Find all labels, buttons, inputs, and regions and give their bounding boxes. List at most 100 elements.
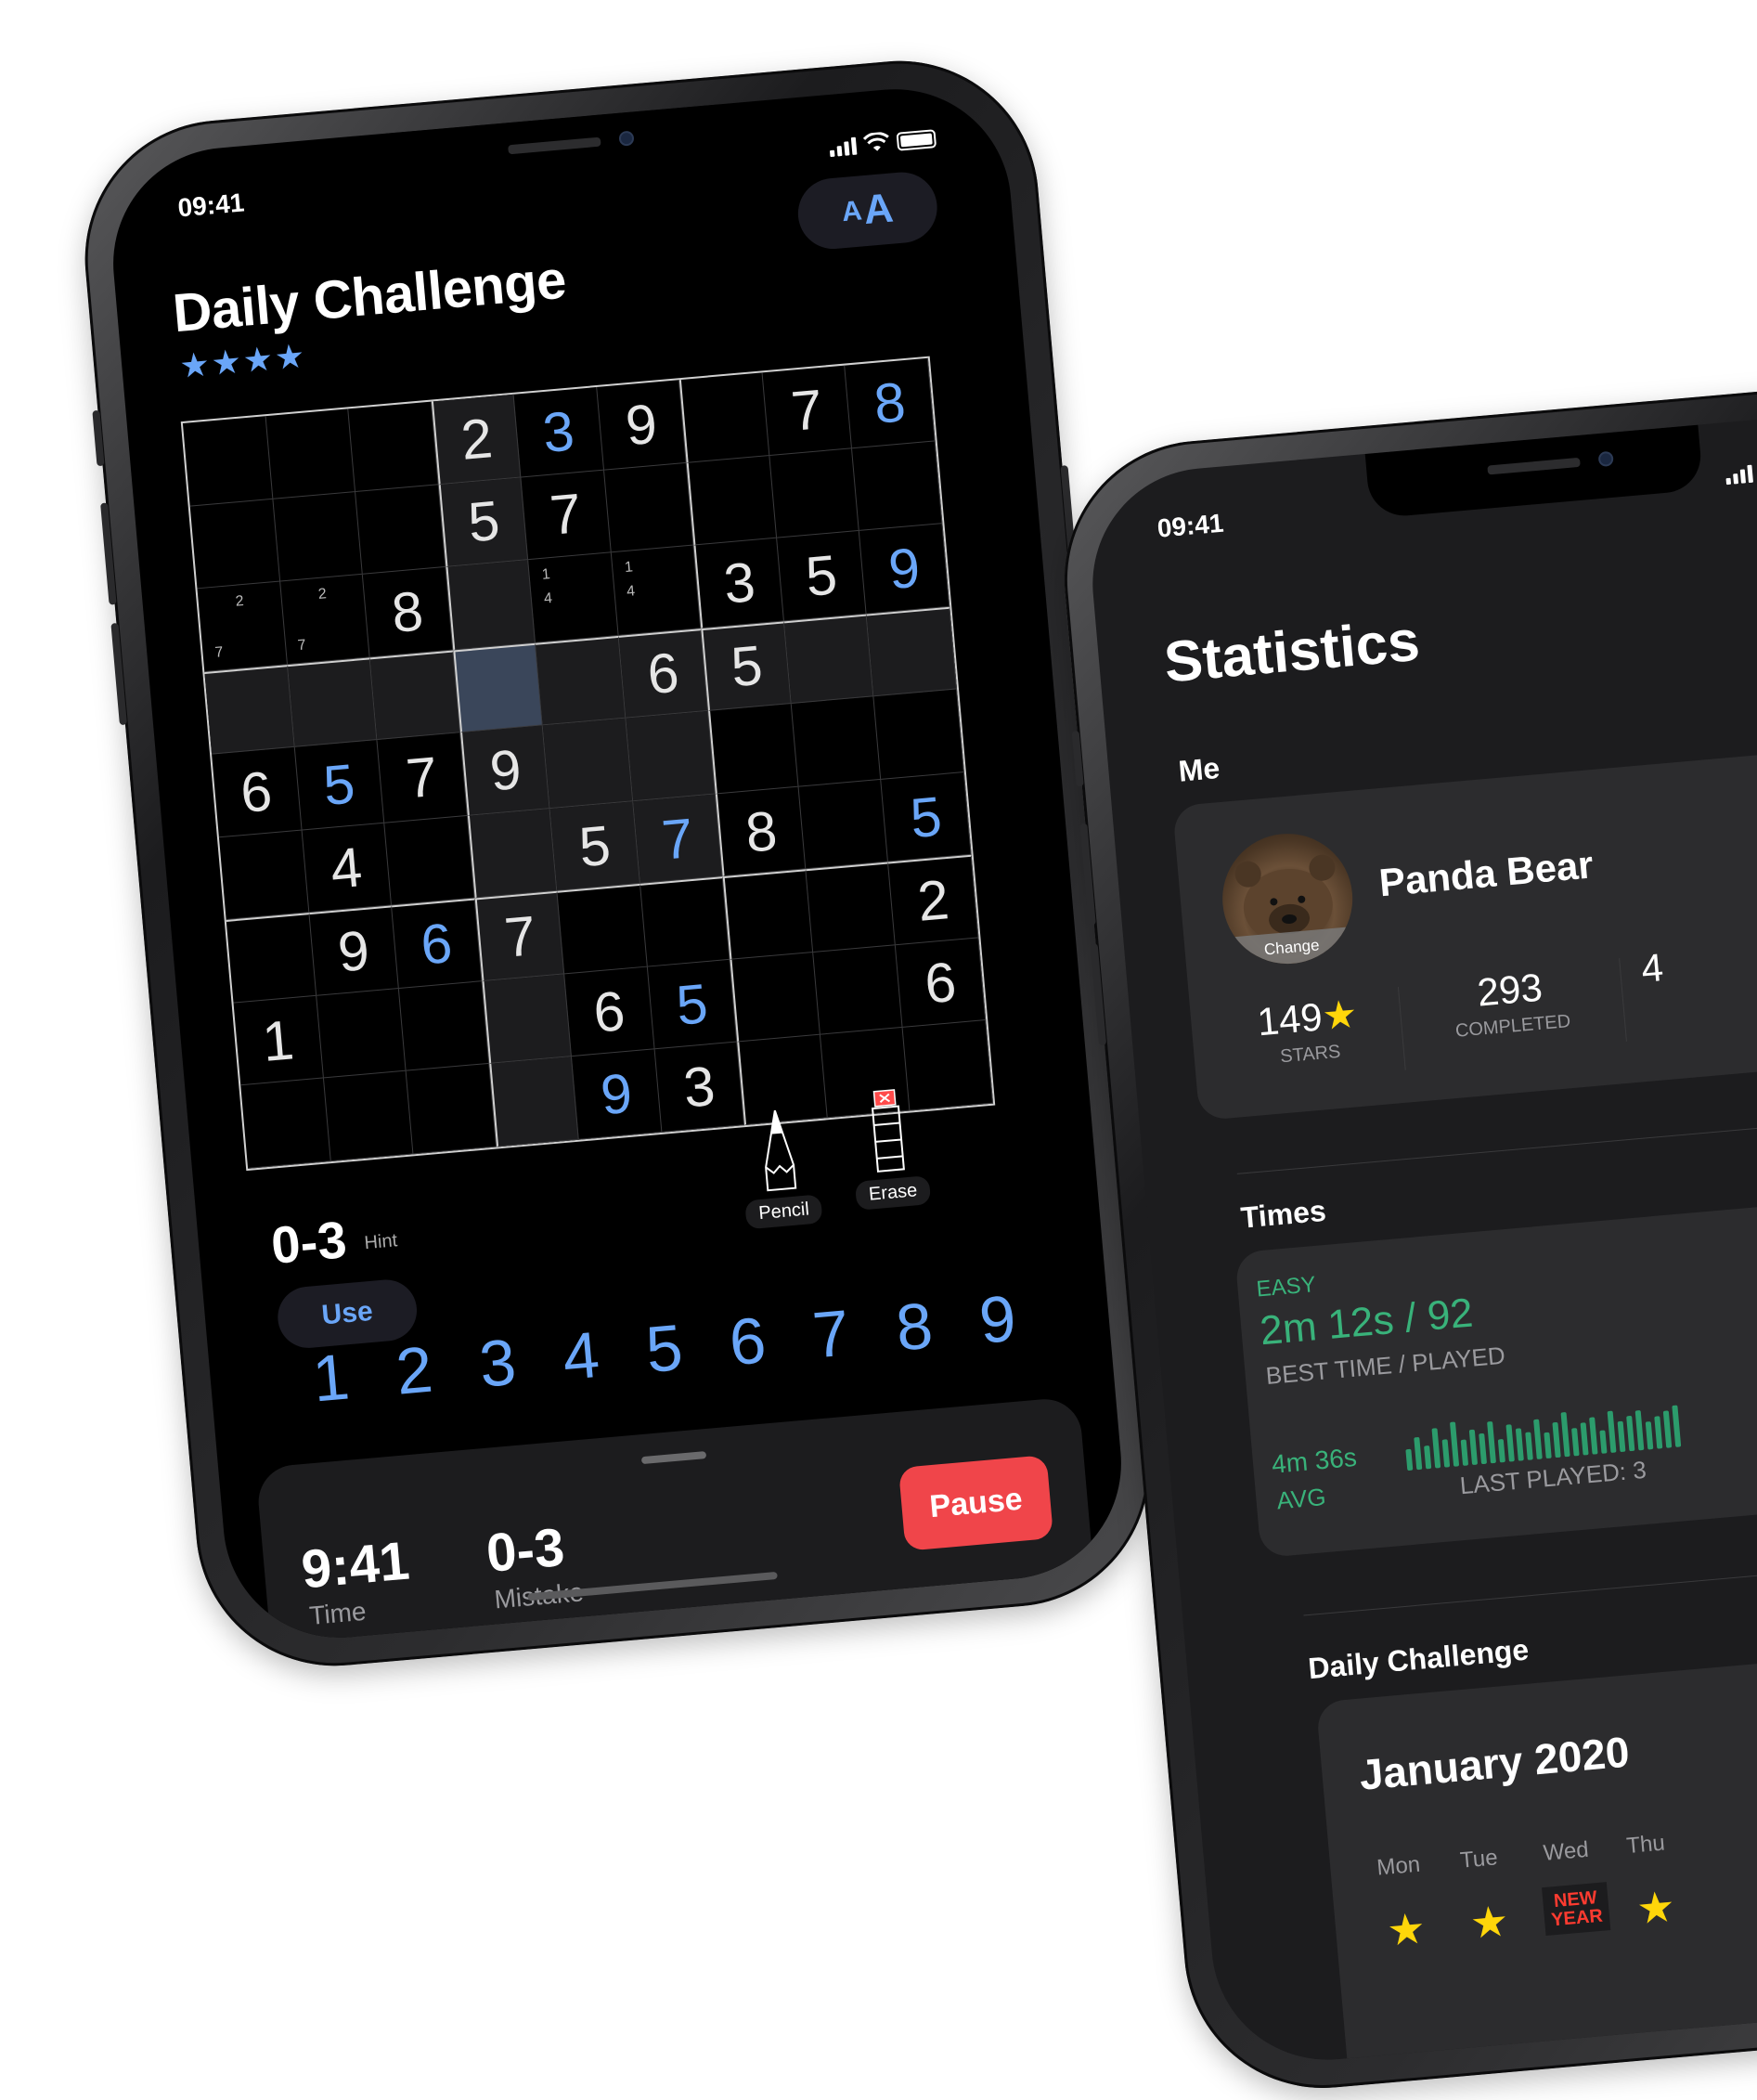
board-cell[interactable]: 27 — [279, 574, 370, 665]
board-cell[interactable]: 4 — [302, 823, 393, 914]
board-cell[interactable]: 7 — [762, 365, 853, 456]
board-cell[interactable] — [639, 876, 730, 967]
board-cell[interactable] — [384, 815, 475, 906]
board-cell[interactable]: 9 — [859, 524, 950, 615]
status-time: 09:41 — [1156, 508, 1225, 543]
board-cell[interactable] — [873, 689, 964, 780]
board-cell[interactable] — [542, 718, 633, 809]
board-cell[interactable]: 5 — [881, 771, 972, 862]
board-cell[interactable]: 8 — [362, 567, 453, 658]
board-cell[interactable]: 14 — [528, 552, 619, 643]
board-cell[interactable] — [446, 560, 536, 651]
avatar[interactable]: Change — [1217, 828, 1359, 969]
board-cell[interactable] — [626, 711, 717, 802]
board-cell[interactable] — [806, 862, 897, 953]
board-cell[interactable]: 6 — [618, 628, 709, 719]
board-cell[interactable] — [265, 408, 356, 499]
board-cell[interactable] — [348, 401, 439, 492]
board-cell[interactable] — [482, 974, 573, 1065]
sheet-grabber[interactable] — [640, 1451, 707, 1465]
board-cell[interactable]: 3 — [654, 1042, 745, 1133]
board-cell[interactable] — [686, 455, 778, 546]
board-cell[interactable]: 9 — [308, 905, 399, 996]
board-cell[interactable]: 1 — [233, 995, 324, 1086]
pause-button[interactable]: Pause — [898, 1455, 1054, 1551]
numpad-key-8[interactable]: 8 — [893, 1288, 936, 1365]
numpad-key-6[interactable]: 6 — [727, 1303, 769, 1380]
board-cell[interactable]: 7 — [377, 732, 468, 823]
board-cell[interactable] — [189, 499, 280, 590]
board-cell[interactable] — [557, 884, 648, 975]
board-cell[interactable] — [355, 484, 446, 575]
new-year-badge[interactable]: NEW YEAR — [1542, 1882, 1611, 1937]
board-cell[interactable] — [240, 1078, 331, 1169]
board-cell[interactable] — [488, 1056, 580, 1147]
board-cell[interactable]: 9 — [459, 725, 550, 816]
numpad-key-3[interactable]: 3 — [476, 1325, 519, 1402]
board-cell[interactable] — [852, 440, 943, 531]
note-digit — [560, 584, 587, 611]
board-cell[interactable]: 8 — [845, 357, 936, 448]
numpad-key-7[interactable]: 7 — [809, 1295, 852, 1372]
board-cell[interactable]: 8 — [716, 786, 807, 877]
day-star-icon[interactable]: ★ — [1468, 1896, 1511, 1949]
day-star-icon[interactable]: ★ — [1634, 1881, 1677, 1934]
board-cell[interactable] — [204, 664, 295, 755]
board-cell[interactable] — [182, 416, 273, 507]
board-cell[interactable]: 6 — [896, 938, 987, 1029]
board-cell[interactable]: 6 — [392, 898, 483, 989]
numpad-key-9[interactable]: 9 — [976, 1281, 1019, 1358]
numpad-key-5[interactable]: 5 — [643, 1310, 686, 1387]
day-star-icon[interactable]: ★ — [1385, 1902, 1428, 1955]
board-cell[interactable] — [708, 704, 799, 795]
board-cell[interactable] — [398, 981, 489, 1072]
board-cell[interactable] — [536, 635, 627, 726]
board-cell[interactable] — [467, 808, 558, 899]
board-cell[interactable] — [769, 447, 860, 538]
board-cell[interactable]: 5 — [549, 801, 640, 892]
board-cell[interactable]: 7 — [521, 470, 612, 561]
pencil-button[interactable]: Pencil — [737, 1103, 824, 1230]
board-cell[interactable] — [723, 869, 814, 960]
board-cell[interactable] — [603, 462, 694, 553]
board-cell[interactable] — [791, 696, 882, 787]
board-cell[interactable] — [867, 606, 958, 697]
numpad-key-2[interactable]: 2 — [393, 1332, 436, 1409]
board-cell[interactable] — [679, 372, 770, 463]
board-cell[interactable]: 2 — [431, 394, 522, 485]
board-cell[interactable]: 5 — [701, 620, 792, 712]
board-cell[interactable]: 5 — [647, 959, 738, 1050]
numpad-key-1[interactable]: 1 — [310, 1339, 353, 1416]
board-cell[interactable]: 3 — [513, 386, 604, 477]
board-cell[interactable]: 5 — [777, 530, 868, 621]
board-cell[interactable] — [323, 1071, 414, 1162]
board-cell[interactable]: 6 — [212, 747, 303, 838]
board-cell[interactable]: 2 — [888, 855, 979, 946]
board-cell[interactable] — [226, 913, 317, 1004]
board-cell[interactable]: 5 — [294, 740, 385, 831]
board-cell[interactable]: 9 — [596, 380, 687, 471]
board-cell[interactable] — [369, 650, 460, 741]
board-cell[interactable] — [813, 945, 904, 1036]
board-cell[interactable]: 7 — [632, 794, 724, 885]
board-cell[interactable] — [730, 952, 820, 1043]
board-cell[interactable]: 3 — [693, 538, 784, 629]
board-cell[interactable] — [798, 779, 889, 870]
erase-button[interactable]: Erase — [846, 1083, 932, 1211]
board-cell[interactable] — [406, 1064, 497, 1155]
board-cell[interactable]: 6 — [564, 966, 655, 1057]
board-cell[interactable] — [452, 642, 543, 733]
board-cell[interactable]: 27 — [197, 581, 288, 672]
board-cell[interactable] — [316, 988, 407, 1079]
numpad-key-4[interactable]: 4 — [560, 1317, 602, 1394]
board-cell[interactable]: 9 — [572, 1049, 663, 1140]
board-cell[interactable] — [272, 491, 363, 582]
board-cell[interactable] — [218, 830, 309, 921]
board-cell[interactable] — [783, 614, 874, 705]
board-cell[interactable]: 14 — [611, 545, 702, 636]
board-cell[interactable]: 7 — [474, 891, 565, 982]
board-cell[interactable]: 5 — [438, 476, 529, 568]
board-cell[interactable] — [287, 657, 378, 748]
note-digit — [311, 605, 338, 632]
font-size-button[interactable]: AA — [795, 169, 940, 253]
